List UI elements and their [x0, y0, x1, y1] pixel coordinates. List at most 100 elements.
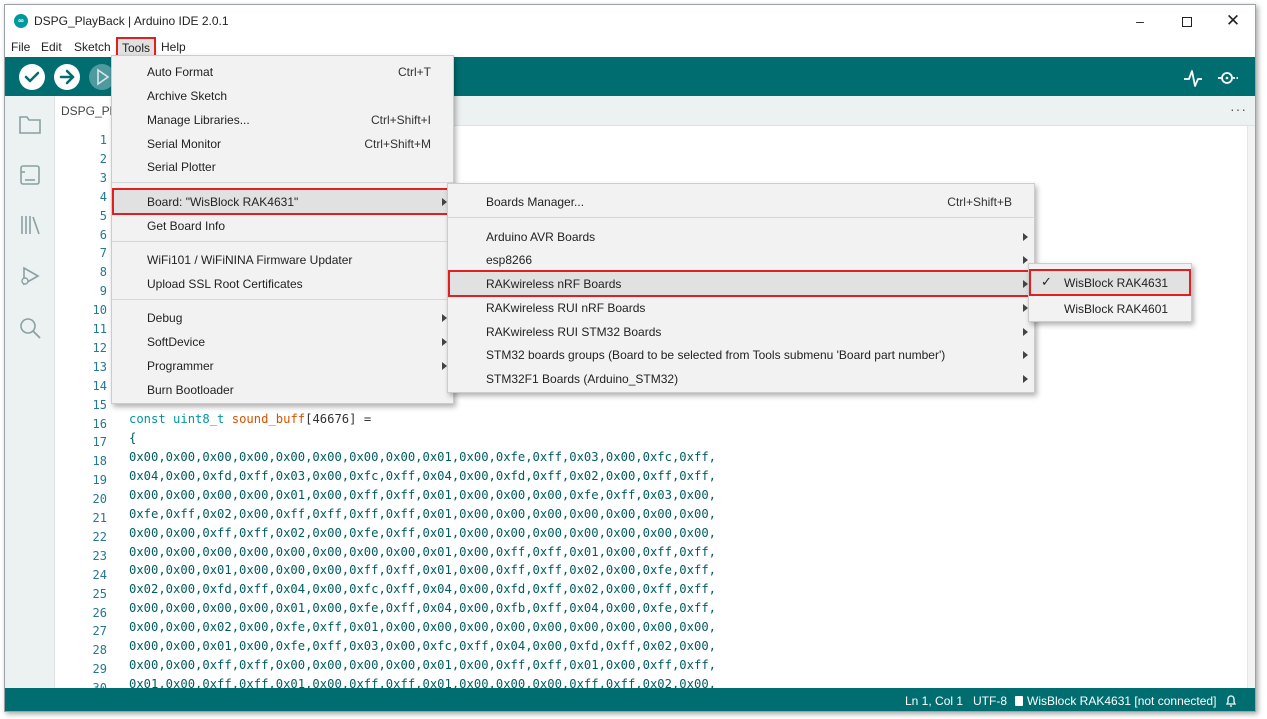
minimize-button[interactable]: – [1120, 9, 1160, 33]
board-status[interactable]: WisBlock RAK4631 [not connected] [1015, 694, 1216, 708]
menu-item-wifi-updater[interactable]: WiFi101 / WiFiNINA Firmware Updater [112, 248, 453, 271]
menu-item-label: Burn Bootloader [147, 383, 234, 397]
menu-item-label: Auto Format [147, 65, 214, 79]
line-number: 13 [92, 359, 107, 374]
array-size: [46676] = [305, 412, 372, 426]
more-options-button[interactable]: ··· [1230, 101, 1247, 117]
menu-item-boards-manager[interactable]: Boards Manager... Ctrl+Shift+B [448, 190, 1034, 213]
menu-item-esp8266[interactable]: esp8266 [448, 248, 1034, 271]
menu-item-arduino-avr[interactable]: Arduino AVR Boards [448, 225, 1034, 248]
menu-item-board[interactable]: Board: "WisBlock RAK4631" [112, 188, 453, 215]
menu-sketch[interactable]: Sketch [74, 39, 111, 55]
hex-data-line: 0x00,0x00,0x02,0x00,0xfe,0xff,0x01,0x00,… [129, 620, 716, 635]
line-number: 8 [99, 265, 107, 280]
menu-divider [112, 241, 453, 242]
board-manager-icon[interactable] [18, 163, 42, 187]
line-number: 30 [55, 679, 107, 688]
status-bar: Ln 1, Col 1 UTF-8 WisBlock RAK4631 [not … [5, 688, 1255, 711]
line-number: 18 [92, 454, 107, 469]
menu-item-label: esp8266 [486, 253, 533, 267]
library-manager-icon[interactable] [18, 213, 42, 237]
checkmark-icon: ✓ [1041, 274, 1052, 289]
menu-item-label: STM32F1 Boards (Arduino_STM32) [486, 372, 679, 386]
line-number: 7 [99, 246, 107, 261]
menu-item-label: RAKwireless nRF Boards [486, 277, 622, 291]
menu-item-programmer[interactable]: Programmer [112, 354, 453, 377]
submenu-arrow-icon [1023, 328, 1028, 336]
activity-sidebar [5, 96, 55, 688]
maximize-icon [1182, 17, 1192, 28]
menu-item-label: WisBlock RAK4601 [1064, 302, 1169, 316]
menu-item-archive-sketch[interactable]: Archive Sketch [112, 84, 453, 107]
menu-item-get-board-info[interactable]: Get Board Info [112, 214, 453, 237]
identifier-sound-buff: sound_buff [231, 412, 306, 426]
line-number: 17 [92, 435, 107, 450]
boards-submenu: Boards Manager... Ctrl+Shift+B Arduino AV… [447, 183, 1035, 393]
serial-monitor-button[interactable] [1217, 67, 1239, 89]
line-number: 14 [92, 378, 107, 393]
hex-data-line: 0x00,0x00,0x00,0x00,0x00,0x00,0x00,0x00,… [129, 450, 716, 464]
menu-item-upload-ssl[interactable]: Upload SSL Root Certificates [112, 272, 453, 295]
menu-divider [112, 182, 453, 183]
notifications-button[interactable] [1225, 694, 1237, 710]
hex-data-line: 0x04,0x00,0xfd,0xff,0x03,0x00,0xfc,0xff,… [129, 468, 716, 483]
menu-divider [112, 299, 453, 300]
verify-button[interactable] [19, 64, 45, 90]
menu-help[interactable]: Help [161, 39, 186, 55]
hex-data-line: 0x02,0x00,0xfd,0xff,0x04,0x00,0xfc,0xff,… [129, 582, 716, 597]
menu-item-manage-libraries[interactable]: Manage Libraries... Ctrl+Shift+I [112, 108, 453, 131]
search-icon[interactable] [18, 316, 42, 340]
hex-data-line: 0x00,0x00,0xff,0xff,0x02,0x00,0xfe,0xff,… [129, 525, 716, 540]
maximize-button[interactable] [1167, 9, 1207, 33]
close-button[interactable]: ✕ [1213, 9, 1253, 33]
menu-item-serial-plotter[interactable]: Serial Plotter [112, 155, 453, 178]
hex-data-line: 0xfe,0xff,0x02,0x00,0xff,0xff,0xff,0xff,… [129, 506, 716, 521]
cursor-position[interactable]: Ln 1, Col 1 [905, 694, 963, 708]
shortcut-label: Ctrl+T [398, 65, 431, 79]
menu-item-label: STM32 boards groups (Board to be selecte… [486, 348, 946, 362]
submenu-arrow-icon [1023, 351, 1028, 359]
line-number: 12 [92, 340, 107, 355]
line-number: 21 [92, 511, 107, 525]
arrow-right-icon [59, 69, 75, 85]
code-line-17: { [129, 431, 137, 445]
arduino-logo-icon: ∞ [14, 14, 28, 28]
line-number: 28 [92, 643, 107, 658]
menu-item-label: SoftDevice [147, 335, 206, 349]
menu-item-auto-format[interactable]: Auto Format Ctrl+T [112, 60, 453, 83]
hex-data-line: 0x00,0x00,0x00,0x00,0x01,0x00,0xff,0xff,… [129, 487, 716, 502]
line-number: 15 [92, 397, 107, 412]
plotter-icon [1184, 70, 1202, 87]
vertical-scrollbar[interactable] [1247, 126, 1255, 688]
serial-plotter-button[interactable] [1182, 67, 1204, 89]
menu-item-rakwireless-rui-stm32[interactable]: RAKwireless RUI STM32 Boards [448, 320, 1034, 343]
line-number: 26 [92, 605, 107, 620]
menu-item-softdevice[interactable]: SoftDevice [112, 330, 453, 353]
menu-item-burn-bootloader[interactable]: Burn Bootloader [112, 378, 453, 401]
line-number: 3 [99, 170, 107, 185]
menu-bar: File Edit Sketch Tools Help [5, 37, 1255, 59]
line-number: 19 [92, 473, 107, 488]
menu-edit[interactable]: Edit [41, 39, 62, 55]
sketchbook-folder-icon[interactable] [18, 112, 42, 136]
line-number: 1 [99, 133, 107, 147]
hex-data-line: 0x00,0x00,0x01,0x00,0x00,0x00,0xff,0xff,… [129, 563, 716, 578]
menu-item-rakwireless-nrf[interactable]: RAKwireless nRF Boards [448, 270, 1034, 297]
debug-sidebar-icon[interactable] [18, 264, 42, 288]
menu-item-label: Programmer [147, 359, 214, 373]
menu-item-rakwireless-rui-nrf[interactable]: RAKwireless RUI nRF Boards [448, 296, 1034, 319]
submenu-arrow-icon [1023, 375, 1028, 383]
menu-item-wisblock-rak4631[interactable]: ✓ WisBlock RAK4631 [1029, 269, 1191, 296]
menu-item-debug[interactable]: Debug [112, 306, 453, 329]
keyword-const: const [129, 412, 166, 426]
menu-item-stm32f1[interactable]: STM32F1 Boards (Arduino_STM32) [448, 367, 1034, 390]
line-number: 9 [99, 284, 107, 299]
menu-item-label: Serial Plotter [147, 160, 216, 174]
menu-item-serial-monitor[interactable]: Serial Monitor Ctrl+Shift+M [112, 132, 453, 155]
chip-icon [1015, 696, 1023, 706]
upload-button[interactable] [54, 64, 80, 90]
menu-item-stm32-groups[interactable]: STM32 boards groups (Board to be selecte… [448, 343, 1034, 366]
menu-file[interactable]: File [11, 39, 30, 55]
menu-item-wisblock-rak4601[interactable]: WisBlock RAK4601 [1029, 297, 1191, 320]
file-encoding[interactable]: UTF-8 [973, 694, 1007, 708]
